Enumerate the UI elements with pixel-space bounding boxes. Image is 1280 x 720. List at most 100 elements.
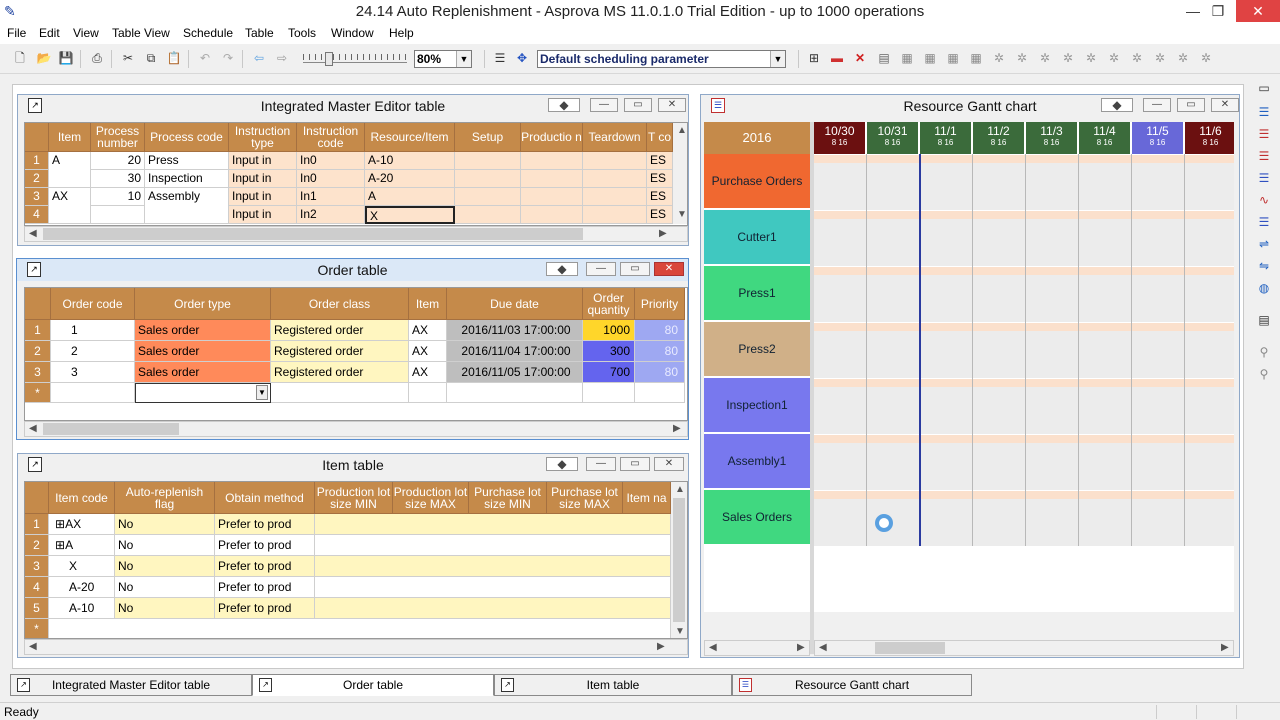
resource-item-cell[interactable]: A-20 [365, 170, 455, 188]
order-class-cell[interactable]: Registered order [271, 341, 409, 362]
expand-plus-icon[interactable]: ⊞ [55, 538, 65, 552]
scroll-left-icon[interactable]: ◀ [29, 641, 37, 652]
auto-replenish-cell[interactable]: No [115, 514, 215, 535]
window-maximize-button[interactable]: ▭ [620, 457, 650, 471]
assign-icon[interactable]: ▬ [829, 50, 845, 66]
column-header[interactable]: Productio n [521, 123, 583, 152]
instruction-code-cell[interactable]: In2 [297, 206, 365, 224]
process-code-cell[interactable]: Inspection [145, 170, 229, 188]
resource-purchase-orders[interactable]: Purchase Orders [704, 154, 810, 209]
expand-plus-icon[interactable]: ⊞ [55, 517, 65, 531]
process-number-cell[interactable]: 30 [91, 170, 145, 188]
scroll-left-icon[interactable]: ◀ [29, 423, 37, 434]
undo-icon[interactable]: ↶ [197, 50, 213, 66]
scroll-thumb[interactable] [875, 642, 945, 654]
process-code-cell[interactable]: Assembly [145, 188, 229, 224]
vertical-scrollbar[interactable]: ▲ ▼ [673, 123, 687, 224]
globe-icon[interactable]: ◍ [1256, 280, 1272, 296]
scroll-up-icon[interactable]: ▲ [675, 484, 685, 495]
tool-4-icon[interactable]: ▦ [945, 50, 961, 66]
menu-schedule[interactable]: Schedule [183, 26, 233, 40]
window-close-button[interactable]: ✕ [654, 457, 684, 471]
teardown-cell[interactable] [583, 188, 647, 206]
zoom-combo[interactable]: 80% ▼ [414, 50, 472, 68]
process-number-cell[interactable]: 20 [91, 152, 145, 170]
flow-icon[interactable]: ⇋ [1256, 258, 1272, 274]
priority-cell[interactable]: 80 [635, 362, 685, 383]
window-layout-icon[interactable]: ▭ [1256, 80, 1272, 96]
column-header[interactable]: Priority [635, 288, 685, 320]
order-class-cell[interactable] [271, 383, 409, 403]
chevron-down-icon[interactable]: ▼ [256, 385, 268, 400]
column-header[interactable]: Instruction code [297, 123, 365, 152]
lot-size-cells[interactable] [315, 577, 671, 598]
column-header[interactable]: Production lot size MIN [315, 482, 393, 514]
obtain-method-cell[interactable]: Prefer to prod [215, 535, 315, 556]
resource-item-cell[interactable]: A-10 [365, 152, 455, 170]
order-code-cell[interactable] [51, 383, 135, 403]
date-column[interactable]: 11/6 8 16 [1185, 122, 1234, 154]
tab-resource-gantt-chart[interactable]: ☰ Resource Gantt chart [732, 674, 972, 696]
obtain-method-cell[interactable]: Prefer to prod [215, 598, 315, 619]
due-date-cell[interactable] [447, 383, 583, 403]
instruction-type-cell[interactable]: Input in [229, 170, 297, 188]
menu-window[interactable]: Window [331, 26, 374, 40]
process-number-cell[interactable] [91, 206, 145, 224]
resource-item-cell-selected[interactable]: X [365, 206, 455, 224]
resource-horizontal-scrollbar[interactable]: ◀ ▶ [704, 640, 810, 656]
order-code-cell[interactable]: 3 [51, 362, 135, 383]
horizontal-scrollbar[interactable]: ◀ ▶ [24, 421, 688, 437]
tool-15-icon[interactable]: ✲ [1198, 50, 1214, 66]
row-number[interactable]: 2 [25, 535, 49, 556]
window-minimize-button[interactable]: — [586, 262, 616, 276]
column-header[interactable]: Process number [91, 123, 145, 152]
tab-integrated-master-editor[interactable]: ↗ Integrated Master Editor table [10, 674, 252, 696]
scroll-down-icon[interactable]: ▼ [675, 626, 685, 637]
list-view-2-icon[interactable]: ☰ [1256, 214, 1272, 230]
scroll-thumb[interactable] [43, 423, 179, 435]
window-minimize-button[interactable]: — [590, 98, 618, 112]
row-number[interactable]: 2 [25, 341, 51, 362]
production-cell[interactable] [521, 206, 583, 224]
lot-size-cells[interactable] [315, 598, 671, 619]
column-header[interactable]: Item na [623, 482, 671, 514]
teardown-cell[interactable] [583, 170, 647, 188]
scroll-up-icon[interactable]: ▲ [677, 125, 687, 136]
maximize-icon[interactable]: ❐ [1203, 0, 1233, 22]
zoom-out-icon[interactable]: ⚲ [1256, 366, 1272, 382]
scroll-left-icon[interactable]: ◀ [819, 642, 827, 653]
order-quantity-cell[interactable]: 300 [583, 341, 635, 362]
tool-1-icon[interactable]: ▤ [876, 50, 892, 66]
menu-table[interactable]: Table [245, 26, 274, 40]
window-maximize-button[interactable]: ▭ [620, 262, 650, 276]
order-type-cell[interactable]: Sales order [135, 320, 271, 341]
date-column[interactable]: 11/1 8 16 [920, 122, 972, 154]
window-close-button[interactable]: ✕ [658, 98, 686, 112]
tool-10-icon[interactable]: ✲ [1083, 50, 1099, 66]
date-column[interactable]: 11/3 8 16 [1026, 122, 1078, 154]
paste-icon[interactable]: 📋 [166, 50, 182, 66]
resource-item-cell[interactable]: A [365, 188, 455, 206]
resource-press1[interactable]: Press1 [704, 266, 810, 321]
item-cell[interactable]: AX [409, 320, 447, 341]
new-row-marker[interactable]: * [25, 619, 49, 638]
teardown-cell[interactable] [583, 206, 647, 224]
tool-12-icon[interactable]: ✲ [1129, 50, 1145, 66]
process-number-cell[interactable]: 10 [91, 188, 145, 206]
forward-arrow-icon[interactable]: ⇨ [274, 50, 290, 66]
instruction-code-cell[interactable]: In1 [297, 188, 365, 206]
order-class-cell[interactable]: Registered order [271, 320, 409, 341]
column-header[interactable]: Order class [271, 288, 409, 320]
column-header[interactable]: Teardown [583, 123, 647, 152]
obtain-method-cell[interactable]: Prefer to prod [215, 514, 315, 535]
setup-cell[interactable] [455, 170, 521, 188]
load-view-icon[interactable]: ☰ [1256, 170, 1272, 186]
column-header[interactable]: Obtain method [215, 482, 315, 514]
order-class-cell[interactable]: Registered order [271, 362, 409, 383]
t-cell[interactable]: ES [647, 152, 673, 170]
production-cell[interactable] [521, 152, 583, 170]
item-code-cell[interactable]: A-20 [49, 577, 115, 598]
properties-diamond-icon[interactable]: ◆ [548, 98, 580, 112]
row-number[interactable]: 2 [25, 170, 49, 188]
window-maximize-button[interactable]: ▭ [1177, 98, 1205, 112]
